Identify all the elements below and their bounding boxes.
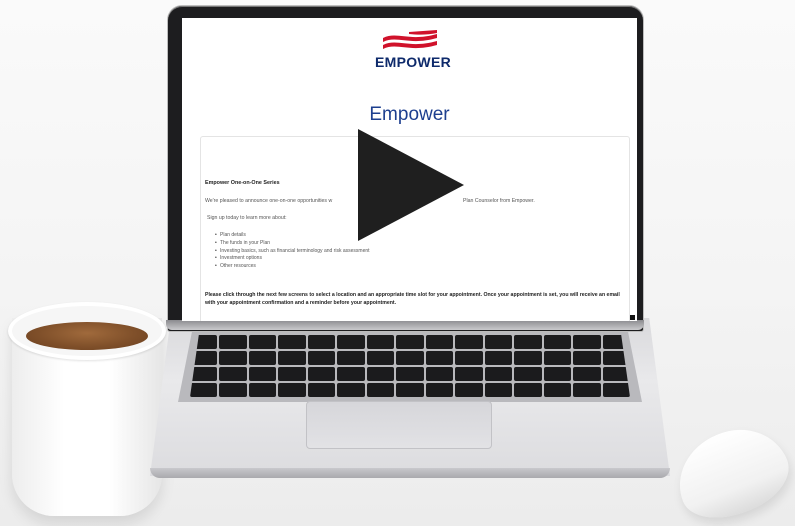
keyboard: [190, 335, 630, 397]
keyboard-key: [190, 367, 218, 381]
scrollbar-thumb[interactable]: [630, 315, 635, 320]
keyboard-key: [219, 351, 247, 365]
page-title: Empower: [369, 104, 450, 125]
keyboard-key: [573, 335, 601, 349]
flag-icon: [383, 30, 437, 49]
list-item: Other resources: [215, 263, 370, 271]
announcement-text-tail: Plan Counselor from Empower.: [463, 198, 535, 204]
keyboard-key: [396, 351, 424, 365]
keyboard-key: [573, 351, 601, 365]
laptop-front-edge: [150, 468, 670, 478]
keyboard-key: [396, 335, 424, 349]
topics-list: Plan details The funds in your Plan Inve…: [215, 232, 370, 271]
keyboard-key: [543, 383, 572, 397]
keyboard-key: [248, 335, 277, 349]
keyboard-key: [514, 335, 542, 349]
keyboard-key: [248, 351, 277, 365]
keyboard-key: [366, 335, 395, 349]
keyboard-key: [543, 351, 572, 365]
empower-logo: EMPOWER: [375, 30, 451, 70]
coffee: [26, 322, 148, 350]
keyboard-key: [278, 383, 306, 397]
keyboard-key: [307, 383, 336, 397]
keyboard-key: [219, 383, 247, 397]
keyboard-key: [307, 335, 336, 349]
keyboard-key: [514, 383, 542, 397]
instructions-text: Please click through the next few screen…: [205, 292, 620, 307]
keyboard-key: [190, 383, 218, 397]
announcement-text: We're pleased to announce one-on-one opp…: [205, 198, 333, 204]
keyboard-key: [455, 335, 483, 349]
keyboard-key: [543, 367, 572, 381]
laptop-screen: EMPOWER Empower Empower One-on-One Serie…: [182, 18, 637, 321]
list-item: Investment options: [215, 255, 370, 263]
keyboard-key: [248, 383, 277, 397]
keyboard-key: [484, 383, 513, 397]
keyboard-key: [573, 367, 601, 381]
keyboard-key: [514, 367, 542, 381]
keyboard-key: [484, 367, 513, 381]
list-item: The funds in your Plan: [215, 240, 370, 248]
keyboard-key: [455, 383, 483, 397]
keyboard-key: [219, 367, 247, 381]
keyboard-key: [307, 351, 336, 365]
keyboard-key: [602, 367, 630, 381]
keyboard-key: [425, 351, 454, 365]
list-item: Investing basics, such as financial term…: [215, 248, 370, 256]
keyboard-key: [366, 351, 395, 365]
keyboard-key: [337, 351, 365, 365]
keyboard-key: [396, 383, 424, 397]
keyboard-key: [484, 335, 513, 349]
mouse: [664, 414, 795, 526]
keyboard-key: [337, 335, 365, 349]
photo-scene: EMPOWER Empower Empower One-on-One Serie…: [0, 0, 795, 526]
keyboard-key: [307, 367, 336, 381]
keyboard-key: [484, 351, 513, 365]
keyboard-key: [278, 367, 306, 381]
keyboard-key: [219, 335, 247, 349]
list-item: Plan details: [215, 232, 370, 240]
trackpad: [306, 401, 492, 449]
keyboard-key: [425, 383, 454, 397]
keyboard-key: [366, 383, 395, 397]
keyboard-key: [396, 367, 424, 381]
play-icon[interactable]: [358, 129, 464, 241]
keyboard-key: [543, 335, 572, 349]
keyboard-key: [248, 367, 277, 381]
keyboard-key: [337, 383, 365, 397]
keyboard-key: [278, 335, 306, 349]
series-title: Empower One-on-One Series: [205, 180, 280, 186]
keyboard-key: [366, 367, 395, 381]
keyboard-key: [455, 351, 483, 365]
logo-wordmark: EMPOWER: [375, 54, 451, 70]
keyboard-key: [573, 383, 601, 397]
keyboard-key: [337, 367, 365, 381]
keyboard-key: [514, 351, 542, 365]
keyboard-key: [455, 367, 483, 381]
keyboard-key: [278, 351, 306, 365]
keyboard-key: [425, 367, 454, 381]
laptop-hinge: [166, 320, 644, 330]
keyboard-key: [602, 383, 630, 397]
keyboard-key: [425, 335, 454, 349]
signup-text: Sign up today to learn more about:: [207, 215, 287, 221]
